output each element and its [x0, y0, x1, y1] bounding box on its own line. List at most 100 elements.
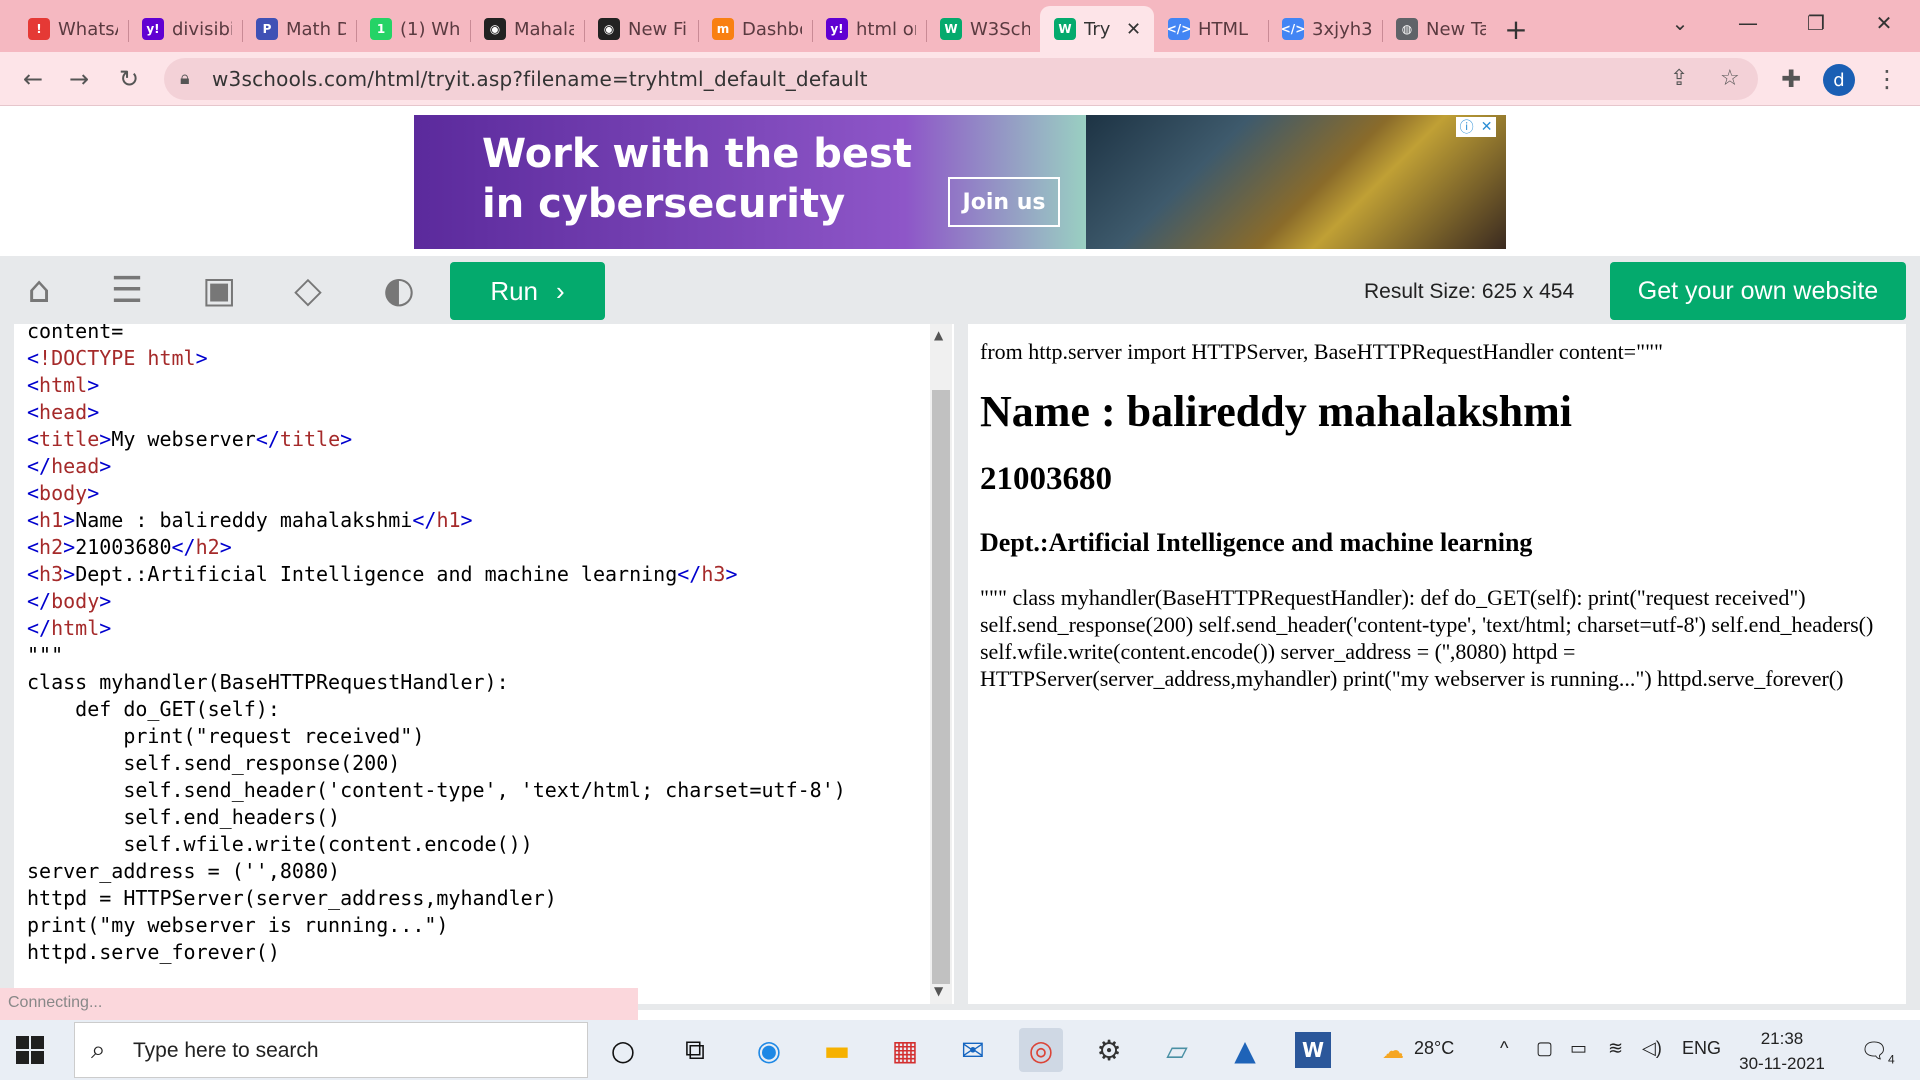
code-line[interactable]: httpd.serve_forever() [27, 939, 846, 966]
chevron-up-icon[interactable]: ^ [1500, 1038, 1508, 1059]
word-icon[interactable]: W [1295, 1032, 1331, 1068]
scrollbar-thumb[interactable] [932, 390, 950, 984]
browser-tab[interactable]: m Dashboard [698, 6, 812, 52]
code-line[interactable]: <h2>21003680</h2> [27, 534, 846, 561]
clock[interactable]: 21:38 30-11-2021 [1734, 1026, 1830, 1076]
weather-icon[interactable]: ☁ [1382, 1038, 1404, 1064]
ad-banner[interactable]: Work with the best in cybersecurity Join… [414, 115, 1506, 249]
tab-title: (1) WhatsApp [400, 18, 460, 40]
whatsapp-icon: ! [28, 18, 50, 40]
menu-dots-icon[interactable]: ⋮ [1870, 62, 1904, 96]
code-line[interactable]: def do_GET(self): [27, 696, 846, 723]
task-view-icon[interactable]: ⧉ [673, 1028, 717, 1072]
browser-tab[interactable]: ◍ New Tab [1382, 6, 1496, 52]
rotate-icon[interactable]: ◇ [285, 270, 331, 311]
close-tab-icon[interactable]: ✕ [1126, 19, 1141, 40]
cortana-icon[interactable]: ○ [601, 1028, 645, 1072]
language-indicator[interactable]: ENG [1682, 1038, 1721, 1059]
battery-icon[interactable]: ▭ [1570, 1038, 1587, 1059]
code-line[interactable]: self.wfile.write(content.encode()) [27, 831, 846, 858]
minimize-button[interactable]: — [1714, 0, 1782, 46]
code-editor[interactable]: content= <!DOCTYPE html> <html> <head> <titl… [14, 324, 954, 1004]
address-bar[interactable]: 🔒︎ w3schools.com/html/tryit.asp?filename… [164, 58, 1758, 100]
code-line[interactable]: <head> [27, 399, 846, 426]
lock-icon[interactable]: 🔒︎ [180, 68, 190, 89]
bookmark-star-icon[interactable]: ☆ [1720, 66, 1740, 91]
meet-icon[interactable]: ▢ [1536, 1038, 1553, 1059]
home-icon[interactable]: ⌂ [16, 270, 62, 311]
store-icon[interactable]: ▦ [883, 1028, 927, 1072]
code-line[interactable]: self.end_headers() [27, 804, 846, 831]
temperature-text[interactable]: 28°C [1414, 1038, 1454, 1059]
code-line[interactable]: <html> [27, 372, 846, 399]
ad-choices-icon[interactable]: ⓘ ✕ [1456, 117, 1496, 137]
browser-tab[interactable]: </> 3xjyh3 [1268, 6, 1382, 52]
scroll-up-icon[interactable]: ▲ [934, 328, 943, 342]
code-line[interactable]: content= [27, 324, 846, 345]
mail-icon[interactable]: ✉ [951, 1028, 995, 1072]
tab-title: WhatsApp [58, 18, 118, 40]
code-line[interactable]: """ [27, 642, 846, 669]
code-line[interactable]: class myhandler(BaseHTTPRequestHandler): [27, 669, 846, 696]
browser-tab[interactable]: ! WhatsApp [14, 6, 128, 52]
new-tab-button[interactable]: + [1496, 6, 1536, 52]
volume-icon[interactable]: ◁) [1642, 1038, 1662, 1059]
notification-icon[interactable]: 🗨︎4 [1860, 1038, 1895, 1066]
avatar[interactable]: d [1823, 64, 1855, 96]
edge-icon[interactable]: ◉ [747, 1028, 791, 1072]
ad-headline-line1: Work with the best [482, 131, 912, 177]
code-line[interactable]: <h1>Name : balireddy mahalakshmi</h1> [27, 507, 846, 534]
theme-toggle-icon[interactable]: ◐ [376, 270, 422, 311]
code-line[interactable]: server_address = ('',8080) [27, 858, 846, 885]
w3schools-icon: W [1054, 18, 1076, 40]
browser-tab[interactable]: ◉ New File [584, 6, 698, 52]
taskbar-search[interactable]: ⌕ Type here to search [74, 1022, 588, 1078]
code-line[interactable]: </html> [27, 615, 846, 642]
browser-tab[interactable]: ◉ Mahalakshmi [470, 6, 584, 52]
editor-scrollbar[interactable]: ▲ ▼ [930, 324, 952, 1004]
browser-tab[interactable]: y! html online [812, 6, 926, 52]
browser-tab[interactable]: W Tryit Editor ✕ [1040, 6, 1154, 52]
close-window-button[interactable]: ✕ [1850, 0, 1918, 46]
windows-start-icon[interactable] [16, 1036, 44, 1064]
reload-icon[interactable]: ↻ [112, 62, 146, 96]
wifi-icon[interactable]: ≋ [1608, 1038, 1623, 1059]
code-line[interactable]: <body> [27, 480, 846, 507]
code-line[interactable]: self.send_header('content-type', 'text/h… [27, 777, 845, 804]
extensions-icon[interactable]: ✚ [1774, 62, 1808, 96]
notepad-icon[interactable]: ▱ [1155, 1028, 1199, 1072]
browser-tab[interactable]: P Math Doubts [242, 6, 356, 52]
url-text[interactable]: w3schools.com/html/tryit.asp?filename=tr… [212, 67, 868, 91]
settings-gear-icon[interactable]: ⚙ [1087, 1028, 1131, 1072]
forward-icon[interactable]: → [62, 62, 96, 96]
code-line[interactable]: </body> [27, 588, 846, 615]
tab-title: Dashboard [742, 18, 802, 40]
back-icon[interactable]: ← [16, 62, 50, 96]
code-line[interactable]: </head> [27, 453, 846, 480]
save-icon[interactable]: ▣ [196, 270, 242, 311]
code-line[interactable]: <!DOCTYPE html> [27, 345, 846, 372]
code-line[interactable]: print("my webserver is running...") [27, 912, 846, 939]
browser-tab[interactable]: 1 (1) WhatsApp [356, 6, 470, 52]
file-explorer-icon[interactable]: ▬ [815, 1028, 859, 1072]
code-line[interactable]: httpd = HTTPServer(server_address,myhand… [27, 885, 846, 912]
browser-tab[interactable]: </> HTML [1154, 6, 1268, 52]
get-website-button[interactable]: Get your own website [1610, 262, 1906, 320]
ad-join-button[interactable]: Join us [948, 177, 1060, 227]
search-icon: ⌕ [91, 1035, 106, 1065]
scroll-down-icon[interactable]: ▼ [934, 984, 943, 998]
browser-tab[interactable]: W W3Schools [926, 6, 1040, 52]
browser-tab[interactable]: y! divisibility [128, 6, 242, 52]
run-button[interactable]: Run › [450, 262, 605, 320]
share-icon[interactable]: ⇪ [1670, 66, 1688, 91]
chrome-icon[interactable]: ◎ [1019, 1028, 1063, 1072]
photos-icon[interactable]: ▲ [1223, 1028, 1267, 1072]
code-line[interactable]: self.send_response(200) [27, 750, 846, 777]
code-content[interactable]: content= <!DOCTYPE html> <html> <head> <titl… [27, 324, 846, 966]
code-line[interactable]: <h3>Dept.:Artificial Intelligence and ma… [27, 561, 846, 588]
code-line[interactable]: <title>My webserver</title> [27, 426, 846, 453]
restore-button[interactable]: ❐ [1782, 0, 1850, 46]
menu-icon[interactable]: ☰ [104, 270, 150, 311]
tab-search-icon[interactable]: ⌄ [1646, 0, 1714, 46]
code-line[interactable]: print("request received") [27, 723, 846, 750]
